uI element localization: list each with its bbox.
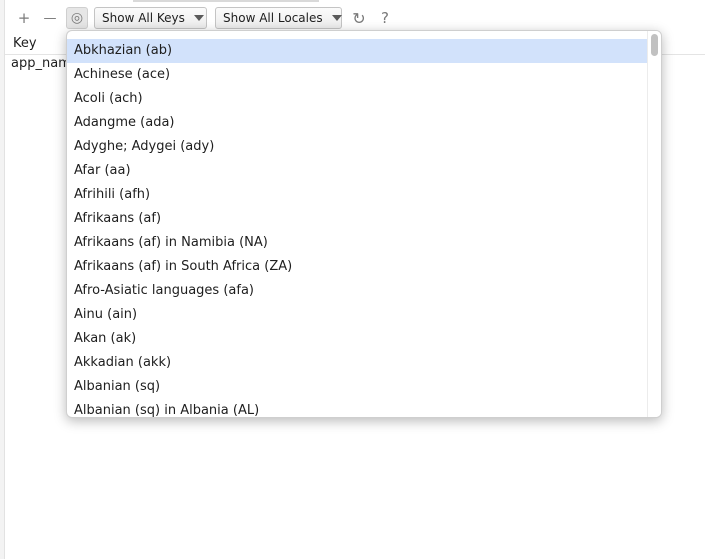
keys-filter-dropdown[interactable]: Show All Keys xyxy=(94,7,207,29)
toolbar: + — ◎ Show All Keys Show All Locales ↻ ? xyxy=(5,4,705,32)
reload-icon[interactable]: ↻ xyxy=(348,7,370,29)
left-border xyxy=(0,0,5,559)
locale-option[interactable]: Afrikaans (af) in South Africa (ZA) xyxy=(67,255,649,279)
column-header-key[interactable]: Key xyxy=(13,36,37,51)
locale-option[interactable]: Albanian (sq) xyxy=(67,375,649,399)
keys-filter-label: Show All Keys xyxy=(102,11,185,25)
scrollbar[interactable] xyxy=(647,31,661,417)
locale-option[interactable]: Albanian (sq) in Albania (AL) xyxy=(67,399,649,417)
globe-icon[interactable]: ◎ xyxy=(66,7,88,29)
locale-option[interactable]: Akan (ak) xyxy=(67,327,649,351)
locale-option[interactable]: Adangme (ada) xyxy=(67,111,649,135)
locale-option[interactable]: Acoli (ach) xyxy=(67,87,649,111)
app-window: + — ◎ Show All Keys Show All Locales ↻ ?… xyxy=(0,0,709,559)
locale-option[interactable]: Afrihili (afh) xyxy=(67,183,649,207)
locale-option[interactable]: Ainu (ain) xyxy=(67,303,649,327)
locale-option[interactable]: Akkadian (akk) xyxy=(67,351,649,375)
locale-list: Abkhazian (ab) Achinese (ace) Acoli (ach) A… xyxy=(67,39,649,417)
locales-filter-dropdown[interactable]: Show All Locales xyxy=(215,7,342,29)
locale-option[interactable]: Afar (aa) xyxy=(67,159,649,183)
locale-option[interactable]: Afrikaans (af) in Namibia (NA) xyxy=(67,231,649,255)
row-key-cell: app_nam xyxy=(11,56,71,71)
locale-option[interactable]: Afrikaans (af) xyxy=(67,207,649,231)
locale-option[interactable]: Achinese (ace) xyxy=(67,63,649,87)
locale-option[interactable]: Afro-Asiatic languages (afa) xyxy=(67,279,649,303)
locale-option[interactable]: Abkhazian (ab) xyxy=(67,39,649,63)
add-icon[interactable]: + xyxy=(13,7,35,29)
locale-option[interactable]: Adyghe; Adygei (ady) xyxy=(67,135,649,159)
remove-icon[interactable]: — xyxy=(39,7,61,29)
locale-picker-popup: Abkhazian (ab) Achinese (ace) Acoli (ach) A… xyxy=(66,30,662,418)
chevron-down-icon xyxy=(331,15,342,21)
scrollbar-thumb[interactable] xyxy=(651,34,658,56)
chevron-down-icon xyxy=(193,15,204,21)
locales-filter-label: Show All Locales xyxy=(223,11,323,25)
help-icon[interactable]: ? xyxy=(374,7,396,29)
top-tab-accent xyxy=(133,0,319,2)
